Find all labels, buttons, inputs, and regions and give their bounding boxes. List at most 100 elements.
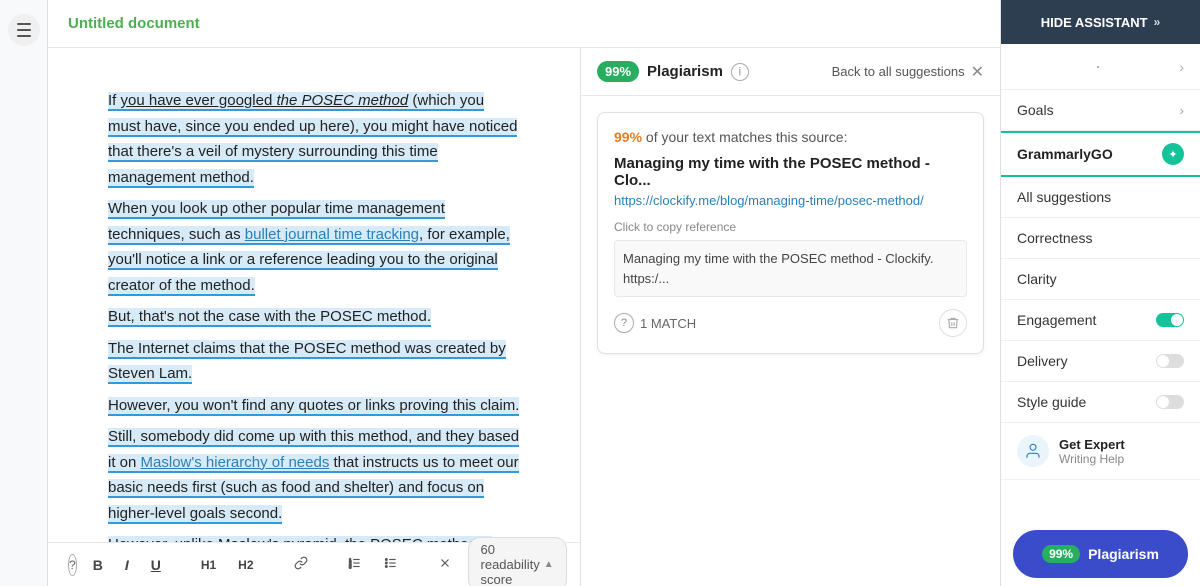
plagiarism-panel-header: 99% Plagiarism i Back to all suggestions… — [581, 48, 1000, 96]
paragraph-3: But, that's not the case with the POSEC … — [108, 304, 520, 330]
suggestion-label-delivery: Delivery — [1017, 353, 1156, 369]
underline-button[interactable]: U — [145, 553, 167, 577]
paragraph-4: The Internet claims that the POSEC metho… — [108, 336, 520, 387]
highlighted-segment-3: But, that's not the case with the POSEC … — [108, 308, 431, 327]
delivery-toggle-dot — [1157, 355, 1169, 367]
goals-label: Goals — [1017, 102, 1179, 118]
hamburger-line — [17, 23, 31, 25]
match-percent: 99% — [614, 129, 642, 145]
bold-button[interactable]: B — [87, 553, 109, 577]
doc-title-highlight: document — [128, 15, 200, 32]
back-label: Back to all suggestions — [832, 64, 965, 79]
match-count: ? 1 MATCH — [614, 313, 696, 333]
match-header-text: of your text matches this source: — [646, 129, 848, 145]
right-sidebar: HIDE ASSISTANT » · › Goals › GrammarlyGO… — [1000, 0, 1200, 586]
expert-help-subtitle: Writing Help — [1059, 452, 1125, 466]
suggestion-delivery[interactable]: Delivery — [1001, 341, 1200, 382]
doc-title-plain: Untitled — [68, 15, 128, 32]
match-card: 99% of your text matches this source: Ma… — [597, 112, 984, 354]
expert-help-title: Get Expert — [1059, 437, 1125, 452]
paragraph-2: When you look up other popular time mana… — [108, 196, 520, 298]
suggestion-label-correctness: Correctness — [1017, 230, 1184, 246]
editor-panel: If you have ever googled the POSEC metho… — [48, 48, 1000, 586]
delivery-toggle[interactable] — [1156, 354, 1184, 368]
help-icon[interactable]: ? — [68, 554, 77, 576]
match-source-url[interactable]: https://clockify.me/blog/managing-time/p… — [614, 193, 967, 208]
topbar: Untitled document — [48, 0, 1000, 48]
sidebar-dot-row[interactable]: · › — [1001, 44, 1200, 90]
link-bullet-journal[interactable]: bullet journal time tracking — [245, 226, 419, 243]
engagement-toggle-dot — [1171, 314, 1183, 326]
main-area: Untitled document If you have ever googl… — [48, 0, 1000, 586]
hamburger-menu-button[interactable] — [8, 14, 40, 46]
suggestion-style-guide[interactable]: Style guide — [1001, 382, 1200, 423]
plagiarism-bottom-score: 99% — [1042, 545, 1080, 563]
italic-button[interactable]: I — [119, 553, 135, 577]
h2-button[interactable]: H2 — [232, 554, 259, 576]
suggestion-engagement[interactable]: Engagement — [1001, 300, 1200, 341]
match-count-text: 1 MATCH — [640, 316, 696, 331]
link-maslow[interactable]: Maslow's hierarchy of needs — [141, 454, 330, 471]
highlighted-segment-2: When you look up other popular time mana… — [108, 200, 510, 296]
grammarly-go-icon: ✦ — [1162, 143, 1184, 165]
expert-help-icon — [1017, 435, 1049, 467]
suggestion-label-style-guide: Style guide — [1017, 394, 1156, 410]
dot-indicator: · — [1017, 56, 1179, 77]
plagiarism-panel: 99% Plagiarism i Back to all suggestions… — [580, 48, 1000, 586]
copy-reference-text: Managing my time with the POSEC method -… — [614, 240, 967, 297]
plagiarism-bottom-button[interactable]: 99% Plagiarism — [1013, 530, 1188, 578]
delete-match-button[interactable] — [939, 309, 967, 337]
svg-text:3: 3 — [349, 564, 352, 569]
expert-help-text: Get Expert Writing Help — [1059, 437, 1125, 466]
match-question-icon[interactable]: ? — [614, 313, 634, 333]
sidebar-goals-row[interactable]: Goals › — [1001, 90, 1200, 131]
plagiarism-panel-body: 99% of your text matches this source: Ma… — [581, 96, 1000, 586]
readability-arrow: ▲ — [544, 559, 554, 570]
ordered-list-button[interactable]: 1 2 3 — [342, 552, 368, 577]
match-card-header: 99% of your text matches this source: — [614, 129, 967, 145]
grammarly-go-label: GrammarlyGO — [1017, 146, 1162, 162]
editor-toolbar: ? B I U H1 H2 1 — [48, 542, 580, 586]
italic-text: the POSEC method — [276, 92, 408, 109]
copy-reference-label[interactable]: Click to copy reference — [614, 220, 967, 234]
suggestion-all[interactable]: All suggestions — [1001, 177, 1200, 218]
editor-content[interactable]: If you have ever googled the POSEC metho… — [48, 48, 580, 542]
hamburger-line — [17, 35, 31, 37]
match-source-title: Managing my time with the POSEC method -… — [614, 155, 967, 189]
hamburger-line — [17, 29, 31, 31]
plagiarism-bottom-label: Plagiarism — [1088, 546, 1159, 562]
style-guide-toggle-dot — [1157, 396, 1169, 408]
close-plagiarism-icon[interactable]: ✕ — [971, 62, 984, 82]
expert-help-row[interactable]: Get Expert Writing Help — [1001, 423, 1200, 480]
suggestion-correctness[interactable]: Correctness — [1001, 218, 1200, 259]
clear-format-button[interactable] — [432, 552, 458, 577]
engagement-toggle[interactable] — [1156, 313, 1184, 327]
plagiarism-title: Plagiarism — [647, 63, 723, 80]
suggestion-label-engagement: Engagement — [1017, 312, 1156, 328]
underlined-text: you have ever googled the POSEC method — [121, 92, 409, 109]
back-to-suggestions-button[interactable]: Back to all suggestions ✕ — [832, 62, 984, 82]
plagiarism-score-badge: 99% — [597, 61, 639, 82]
link-button[interactable] — [288, 552, 314, 577]
match-footer: ? 1 MATCH — [614, 309, 967, 337]
hide-assistant-label: HIDE ASSISTANT — [1041, 15, 1148, 30]
bullet-list-button[interactable] — [378, 552, 404, 577]
h1-button[interactable]: H1 — [195, 554, 222, 576]
editor-container: If you have ever googled the POSEC metho… — [48, 48, 580, 586]
paragraph-5: However, you won't find any quotes or li… — [108, 393, 520, 419]
document-title: Untitled document — [68, 15, 200, 32]
suggestion-clarity[interactable]: Clarity — [1001, 259, 1200, 300]
highlighted-segment-4: The Internet claims that the POSEC metho… — [108, 340, 506, 385]
hide-assistant-arrows: » — [1154, 15, 1161, 29]
suggestion-label-clarity: Clarity — [1017, 271, 1184, 287]
readability-badge[interactable]: 60 readability score ▲ — [468, 537, 567, 586]
paragraph-7: However, unlike Maslow's pyramid, the PO… — [108, 532, 520, 542]
style-guide-toggle[interactable] — [1156, 395, 1184, 409]
grammarly-go-row[interactable]: GrammarlyGO ✦ — [1001, 131, 1200, 177]
paragraph-6: Still, somebody did come up with this me… — [108, 424, 520, 526]
plagiarism-info-icon[interactable]: i — [731, 63, 749, 81]
dot-row-chevron: › — [1179, 59, 1184, 75]
left-sidebar — [0, 0, 48, 586]
hide-assistant-button[interactable]: HIDE ASSISTANT » — [1001, 0, 1200, 44]
suggestion-label-all: All suggestions — [1017, 189, 1184, 205]
